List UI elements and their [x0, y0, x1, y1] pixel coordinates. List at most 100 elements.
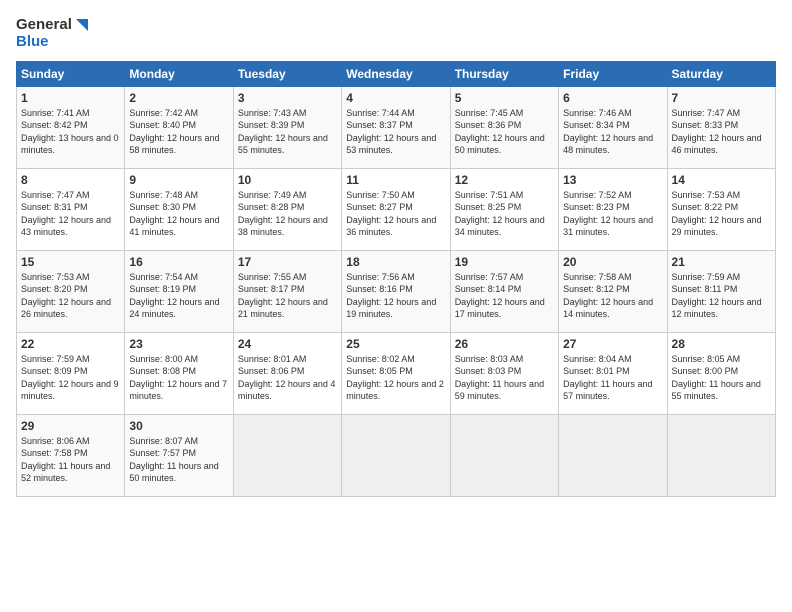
cell-details: Sunrise: 7:58 AMSunset: 8:12 PMDaylight:…: [563, 272, 653, 320]
calendar-row: 15 Sunrise: 7:53 AMSunset: 8:20 PMDaylig…: [17, 250, 776, 332]
calendar-cell: 24 Sunrise: 8:01 AMSunset: 8:06 PMDaylig…: [233, 332, 341, 414]
calendar-cell: 9 Sunrise: 7:48 AMSunset: 8:30 PMDayligh…: [125, 168, 233, 250]
cell-details: Sunrise: 7:59 AMSunset: 8:11 PMDaylight:…: [672, 272, 762, 320]
day-number: 6: [563, 91, 662, 105]
calendar-cell: 11 Sunrise: 7:50 AMSunset: 8:27 PMDaylig…: [342, 168, 450, 250]
cell-details: Sunrise: 7:49 AMSunset: 8:28 PMDaylight:…: [238, 190, 328, 238]
calendar-cell: 6 Sunrise: 7:46 AMSunset: 8:34 PMDayligh…: [559, 86, 667, 168]
cell-details: Sunrise: 7:41 AMSunset: 8:42 PMDaylight:…: [21, 108, 119, 156]
cell-details: Sunrise: 7:46 AMSunset: 8:34 PMDaylight:…: [563, 108, 653, 156]
calendar-cell: 8 Sunrise: 7:47 AMSunset: 8:31 PMDayligh…: [17, 168, 125, 250]
cell-details: Sunrise: 7:51 AMSunset: 8:25 PMDaylight:…: [455, 190, 545, 238]
calendar-cell: 2 Sunrise: 7:42 AMSunset: 8:40 PMDayligh…: [125, 86, 233, 168]
day-number: 1: [21, 91, 120, 105]
day-number: 9: [129, 173, 228, 187]
day-number: 23: [129, 337, 228, 351]
cell-details: Sunrise: 7:50 AMSunset: 8:27 PMDaylight:…: [346, 190, 436, 238]
cell-details: Sunrise: 7:54 AMSunset: 8:19 PMDaylight:…: [129, 272, 219, 320]
calendar-row: 22 Sunrise: 7:59 AMSunset: 8:09 PMDaylig…: [17, 332, 776, 414]
calendar-table: Sunday Monday Tuesday Wednesday Thursday…: [16, 61, 776, 497]
calendar-cell: 16 Sunrise: 7:54 AMSunset: 8:19 PMDaylig…: [125, 250, 233, 332]
col-tuesday: Tuesday: [233, 61, 341, 86]
calendar-header: Sunday Monday Tuesday Wednesday Thursday…: [17, 61, 776, 86]
calendar-cell: 30 Sunrise: 8:07 AMSunset: 7:57 PMDaylig…: [125, 414, 233, 496]
col-friday: Friday: [559, 61, 667, 86]
cell-details: Sunrise: 7:47 AMSunset: 8:33 PMDaylight:…: [672, 108, 762, 156]
day-number: 29: [21, 419, 120, 433]
cell-details: Sunrise: 7:59 AMSunset: 8:09 PMDaylight:…: [21, 354, 119, 402]
col-monday: Monday: [125, 61, 233, 86]
day-number: 21: [672, 255, 771, 269]
day-number: 24: [238, 337, 337, 351]
cell-details: Sunrise: 8:04 AMSunset: 8:01 PMDaylight:…: [563, 354, 652, 402]
logo: General Blue: [16, 16, 90, 51]
day-number: 7: [672, 91, 771, 105]
cell-details: Sunrise: 7:44 AMSunset: 8:37 PMDaylight:…: [346, 108, 436, 156]
day-number: 22: [21, 337, 120, 351]
day-number: 5: [455, 91, 554, 105]
calendar-cell: [233, 414, 341, 496]
calendar-cell: 3 Sunrise: 7:43 AMSunset: 8:39 PMDayligh…: [233, 86, 341, 168]
calendar-row: 8 Sunrise: 7:47 AMSunset: 8:31 PMDayligh…: [17, 168, 776, 250]
cell-details: Sunrise: 8:07 AMSunset: 7:57 PMDaylight:…: [129, 436, 218, 484]
calendar-cell: 22 Sunrise: 7:59 AMSunset: 8:09 PMDaylig…: [17, 332, 125, 414]
day-number: 25: [346, 337, 445, 351]
day-number: 4: [346, 91, 445, 105]
cell-details: Sunrise: 8:05 AMSunset: 8:00 PMDaylight:…: [672, 354, 761, 402]
calendar-cell: [342, 414, 450, 496]
cell-details: Sunrise: 7:55 AMSunset: 8:17 PMDaylight:…: [238, 272, 328, 320]
cell-details: Sunrise: 7:43 AMSunset: 8:39 PMDaylight:…: [238, 108, 328, 156]
cell-details: Sunrise: 7:47 AMSunset: 8:31 PMDaylight:…: [21, 190, 111, 238]
cell-details: Sunrise: 7:48 AMSunset: 8:30 PMDaylight:…: [129, 190, 219, 238]
calendar-cell: 26 Sunrise: 8:03 AMSunset: 8:03 PMDaylig…: [450, 332, 558, 414]
cell-details: Sunrise: 7:53 AMSunset: 8:22 PMDaylight:…: [672, 190, 762, 238]
col-saturday: Saturday: [667, 61, 775, 86]
calendar-cell: [559, 414, 667, 496]
day-number: 20: [563, 255, 662, 269]
day-number: 3: [238, 91, 337, 105]
logo-text: General Blue: [16, 16, 90, 51]
cell-details: Sunrise: 7:53 AMSunset: 8:20 PMDaylight:…: [21, 272, 111, 320]
calendar-row: 29 Sunrise: 8:06 AMSunset: 7:58 PMDaylig…: [17, 414, 776, 496]
day-number: 8: [21, 173, 120, 187]
calendar-cell: 10 Sunrise: 7:49 AMSunset: 8:28 PMDaylig…: [233, 168, 341, 250]
day-number: 17: [238, 255, 337, 269]
calendar-cell: 15 Sunrise: 7:53 AMSunset: 8:20 PMDaylig…: [17, 250, 125, 332]
day-number: 11: [346, 173, 445, 187]
day-number: 13: [563, 173, 662, 187]
calendar-cell: 27 Sunrise: 8:04 AMSunset: 8:01 PMDaylig…: [559, 332, 667, 414]
cell-details: Sunrise: 8:01 AMSunset: 8:06 PMDaylight:…: [238, 354, 336, 402]
calendar-cell: [667, 414, 775, 496]
calendar-cell: 1 Sunrise: 7:41 AMSunset: 8:42 PMDayligh…: [17, 86, 125, 168]
calendar-row: 1 Sunrise: 7:41 AMSunset: 8:42 PMDayligh…: [17, 86, 776, 168]
calendar-cell: 5 Sunrise: 7:45 AMSunset: 8:36 PMDayligh…: [450, 86, 558, 168]
calendar-cell: 25 Sunrise: 8:02 AMSunset: 8:05 PMDaylig…: [342, 332, 450, 414]
page-container: General Blue Sunday Monday Tuesday Wedne…: [0, 0, 792, 507]
calendar-cell: 20 Sunrise: 7:58 AMSunset: 8:12 PMDaylig…: [559, 250, 667, 332]
col-wednesday: Wednesday: [342, 61, 450, 86]
calendar-cell: 21 Sunrise: 7:59 AMSunset: 8:11 PMDaylig…: [667, 250, 775, 332]
day-number: 19: [455, 255, 554, 269]
calendar-body: 1 Sunrise: 7:41 AMSunset: 8:42 PMDayligh…: [17, 86, 776, 496]
calendar-cell: 28 Sunrise: 8:05 AMSunset: 8:00 PMDaylig…: [667, 332, 775, 414]
day-number: 2: [129, 91, 228, 105]
day-number: 27: [563, 337, 662, 351]
day-number: 12: [455, 173, 554, 187]
cell-details: Sunrise: 7:56 AMSunset: 8:16 PMDaylight:…: [346, 272, 436, 320]
day-number: 18: [346, 255, 445, 269]
header: General Blue: [16, 16, 776, 51]
header-row: Sunday Monday Tuesday Wednesday Thursday…: [17, 61, 776, 86]
day-number: 10: [238, 173, 337, 187]
calendar-cell: 18 Sunrise: 7:56 AMSunset: 8:16 PMDaylig…: [342, 250, 450, 332]
calendar-cell: 4 Sunrise: 7:44 AMSunset: 8:37 PMDayligh…: [342, 86, 450, 168]
day-number: 14: [672, 173, 771, 187]
cell-details: Sunrise: 7:45 AMSunset: 8:36 PMDaylight:…: [455, 108, 545, 156]
col-thursday: Thursday: [450, 61, 558, 86]
calendar-cell: 17 Sunrise: 7:55 AMSunset: 8:17 PMDaylig…: [233, 250, 341, 332]
calendar-cell: 14 Sunrise: 7:53 AMSunset: 8:22 PMDaylig…: [667, 168, 775, 250]
day-number: 30: [129, 419, 228, 433]
calendar-cell: 19 Sunrise: 7:57 AMSunset: 8:14 PMDaylig…: [450, 250, 558, 332]
day-number: 15: [21, 255, 120, 269]
cell-details: Sunrise: 7:52 AMSunset: 8:23 PMDaylight:…: [563, 190, 653, 238]
cell-details: Sunrise: 8:02 AMSunset: 8:05 PMDaylight:…: [346, 354, 444, 402]
